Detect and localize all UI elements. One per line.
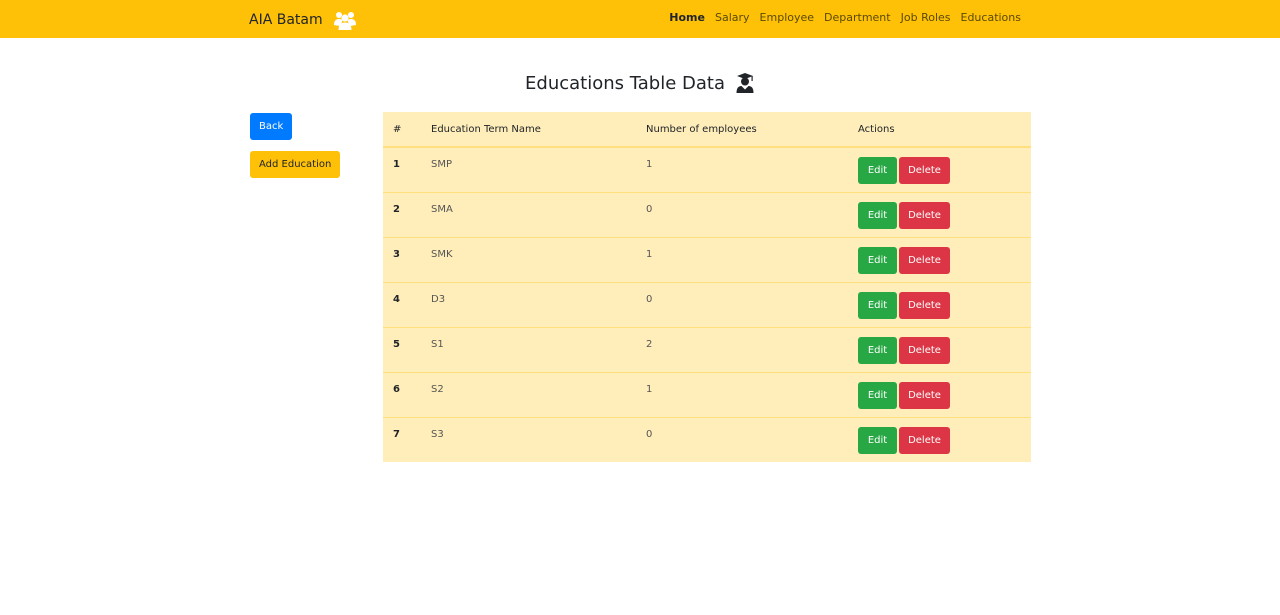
users-icon bbox=[333, 9, 357, 31]
table-row: 1 SMP 1 Edit Delete bbox=[383, 146, 1031, 193]
header-actions: Actions bbox=[848, 112, 1031, 148]
delete-button[interactable]: Delete bbox=[899, 247, 950, 274]
row-education-name: S3 bbox=[421, 417, 636, 462]
edit-button[interactable]: Edit bbox=[858, 337, 897, 364]
table-row: 7 S3 0 Edit Delete bbox=[383, 417, 1031, 462]
row-number: 6 bbox=[383, 372, 421, 418]
edit-button[interactable]: Edit bbox=[858, 382, 897, 409]
row-number: 2 bbox=[383, 192, 421, 238]
row-actions: Edit Delete bbox=[848, 327, 1031, 373]
row-number: 1 bbox=[383, 146, 421, 193]
delete-button[interactable]: Delete bbox=[899, 337, 950, 364]
page-title: Educations Table Data bbox=[525, 72, 725, 94]
row-education-name: D3 bbox=[421, 282, 636, 328]
page-title-wrap: Educations Table Data bbox=[0, 72, 1280, 94]
row-actions: Edit Delete bbox=[848, 192, 1031, 238]
table-header-row: # Education Term Name Number of employee… bbox=[383, 112, 1031, 148]
row-education-name: SMA bbox=[421, 192, 636, 238]
delete-button[interactable]: Delete bbox=[899, 202, 950, 229]
table-row: 3 SMK 1 Edit Delete bbox=[383, 237, 1031, 283]
row-education-name: SMK bbox=[421, 237, 636, 283]
edit-button[interactable]: Edit bbox=[858, 157, 897, 184]
row-actions: Edit Delete bbox=[848, 146, 1031, 193]
table-row: 2 SMA 0 Edit Delete bbox=[383, 192, 1031, 238]
row-actions: Edit Delete bbox=[848, 372, 1031, 418]
row-number: 3 bbox=[383, 237, 421, 283]
delete-button[interactable]: Delete bbox=[899, 292, 950, 319]
row-employee-count: 0 bbox=[636, 192, 848, 238]
brand-link[interactable]: AIA Batam bbox=[249, 9, 357, 31]
table-row: 5 S1 2 Edit Delete bbox=[383, 327, 1031, 373]
row-employee-count: 1 bbox=[636, 146, 848, 193]
row-number: 7 bbox=[383, 417, 421, 462]
row-actions: Edit Delete bbox=[848, 282, 1031, 328]
header-employee-count: Number of employees bbox=[636, 112, 848, 148]
delete-button[interactable]: Delete bbox=[899, 382, 950, 409]
row-actions: Edit Delete bbox=[848, 237, 1031, 283]
row-employee-count: 2 bbox=[636, 327, 848, 373]
table-row: 4 D3 0 Edit Delete bbox=[383, 282, 1031, 328]
row-actions: Edit Delete bbox=[848, 417, 1031, 462]
header-education-name: Education Term Name bbox=[421, 112, 636, 148]
nav-link-home[interactable]: Home bbox=[664, 11, 710, 24]
row-employee-count: 1 bbox=[636, 372, 848, 418]
navbar: AIA Batam Home Salary Employee Departmen… bbox=[0, 0, 1280, 38]
row-education-name: SMP bbox=[421, 146, 636, 193]
edit-button[interactable]: Edit bbox=[858, 202, 897, 229]
edit-button[interactable]: Edit bbox=[858, 292, 897, 319]
back-button[interactable]: Back bbox=[250, 113, 293, 140]
nav-link-salary[interactable]: Salary bbox=[710, 11, 755, 24]
brand-name: AIA Batam bbox=[249, 12, 323, 28]
nav-link-educations[interactable]: Educations bbox=[956, 11, 1027, 24]
nav-link-employee[interactable]: Employee bbox=[755, 11, 819, 24]
nav-links: Home Salary Employee Department Job Role… bbox=[664, 11, 1026, 24]
row-education-name: S1 bbox=[421, 327, 636, 373]
delete-button[interactable]: Delete bbox=[899, 427, 950, 454]
row-employee-count: 1 bbox=[636, 237, 848, 283]
add-education-button[interactable]: Add Education bbox=[250, 151, 341, 178]
user-graduate-icon bbox=[735, 72, 755, 94]
table-row: 6 S2 1 Edit Delete bbox=[383, 372, 1031, 418]
educations-table: # Education Term Name Number of employee… bbox=[383, 112, 1031, 462]
row-education-name: S2 bbox=[421, 372, 636, 418]
nav-link-department[interactable]: Department bbox=[819, 11, 896, 24]
row-employee-count: 0 bbox=[636, 282, 848, 328]
header-number: # bbox=[383, 112, 421, 148]
delete-button[interactable]: Delete bbox=[899, 157, 950, 184]
row-number: 4 bbox=[383, 282, 421, 328]
edit-button[interactable]: Edit bbox=[858, 427, 897, 454]
nav-link-job-roles[interactable]: Job Roles bbox=[896, 11, 956, 24]
edit-button[interactable]: Edit bbox=[858, 247, 897, 274]
row-number: 5 bbox=[383, 327, 421, 373]
row-employee-count: 0 bbox=[636, 417, 848, 462]
